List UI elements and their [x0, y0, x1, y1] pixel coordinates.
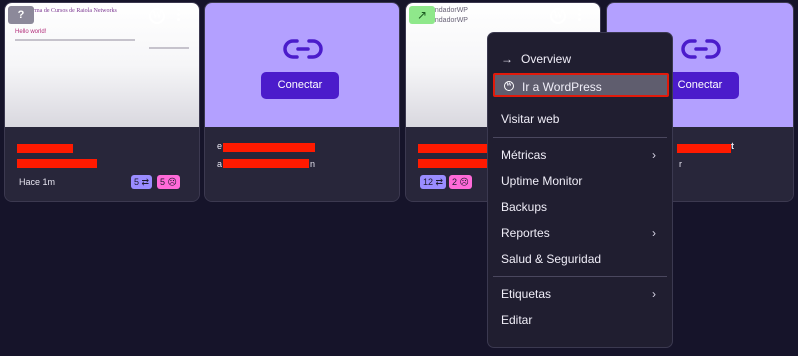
menu-divider	[493, 276, 667, 277]
menu-item-label: Visitar web	[501, 112, 560, 126]
wordpress-icon[interactable]: W	[550, 8, 566, 24]
updates-badge[interactable]: 12 ⇄	[420, 175, 447, 189]
site-card[interactable]: Conectar e a n	[204, 2, 400, 202]
menu-item-overview[interactable]: → Overview	[488, 47, 672, 71]
link-broken-icon	[681, 39, 721, 59]
site-url-partial: r	[679, 159, 682, 169]
site-url-partial: n	[310, 159, 316, 169]
menu-item-label: Salud & Seguridad	[501, 252, 602, 266]
arrow-right-icon: →	[501, 52, 513, 66]
card-info: Hace 1m 5 ⇄ 5 ☹	[5, 127, 199, 201]
card-info: e a n	[205, 127, 399, 201]
wordpress-icon[interactable]: W	[149, 8, 165, 24]
site-preview[interactable]: …rma de Cursos de Raiola Networks …os He…	[5, 3, 199, 127]
preview-text-line	[15, 39, 135, 41]
redacted-site-name	[418, 144, 488, 153]
menu-item-metrics[interactable]: Métricas ›	[488, 143, 672, 167]
help-icon[interactable]: ?	[8, 6, 34, 24]
redacted-site-name	[677, 144, 731, 153]
menu-item-tags[interactable]: Etiquetas ›	[488, 282, 672, 306]
menu-item-label: Backups	[501, 200, 548, 214]
menu-item-edit[interactable]: Editar	[488, 308, 672, 332]
issues-badge[interactable]: 5 ☹	[157, 175, 180, 189]
menu-item-label: Métricas	[501, 148, 547, 162]
link-broken-icon	[283, 39, 323, 59]
site-card[interactable]: …rma de Cursos de Raiola Networks …os He…	[4, 2, 200, 202]
menu-item-label: Ir a WordPress	[522, 80, 602, 94]
redacted-site-name	[223, 143, 315, 152]
menu-item-health-security[interactable]: Salud & Seguridad	[488, 247, 672, 271]
chevron-right-icon: ›	[652, 287, 656, 301]
preview-text-line	[149, 47, 189, 49]
menu-divider	[493, 137, 667, 138]
preview-post-title: Hello world!	[15, 29, 47, 35]
wordpress-icon: W	[504, 81, 514, 91]
menu-item-label: Etiquetas	[501, 287, 552, 301]
redacted-site-url	[223, 159, 309, 168]
site-name-partial: e	[217, 141, 223, 151]
menu-item-go-to-wordpress[interactable]: W Ir a WordPress	[493, 73, 669, 97]
chevron-right-icon: ›	[652, 148, 656, 162]
preview-site-title: …rma de Cursos de Raiola Networks	[27, 8, 117, 14]
connect-button[interactable]: Conectar	[261, 72, 339, 99]
redacted-site-url	[17, 159, 97, 168]
chevron-right-icon: ›	[652, 226, 656, 240]
updates-badge[interactable]: 5 ⇄	[131, 175, 153, 189]
more-options-icon[interactable]	[577, 7, 581, 23]
menu-item-uptime-monitor[interactable]: Uptime Monitor	[488, 169, 672, 193]
menu-item-label: Editar	[501, 313, 533, 327]
menu-item-label: Reportes	[501, 226, 550, 240]
menu-item-backups[interactable]: Backups	[488, 195, 672, 219]
more-options-icon[interactable]	[176, 7, 180, 23]
site-name-partial: t	[731, 141, 734, 151]
redacted-site-url	[418, 159, 488, 168]
menu-item-label: Overview	[521, 52, 572, 66]
site-actions-menu: → Overview W Ir a WordPress Visitar web …	[487, 32, 673, 348]
menu-item-label: Uptime Monitor	[501, 174, 583, 188]
site-url-partial: a	[217, 159, 223, 169]
connect-area: Conectar	[205, 3, 399, 127]
last-update-time: Hace 1m	[19, 177, 56, 187]
arrow-up-right-icon[interactable]: ↗	[409, 6, 435, 24]
redacted-site-name	[17, 144, 73, 153]
menu-item-visit-site[interactable]: Visitar web	[488, 107, 672, 131]
menu-item-reports[interactable]: Reportes ›	[488, 221, 672, 245]
issues-badge[interactable]: 2 ☹	[449, 175, 472, 189]
